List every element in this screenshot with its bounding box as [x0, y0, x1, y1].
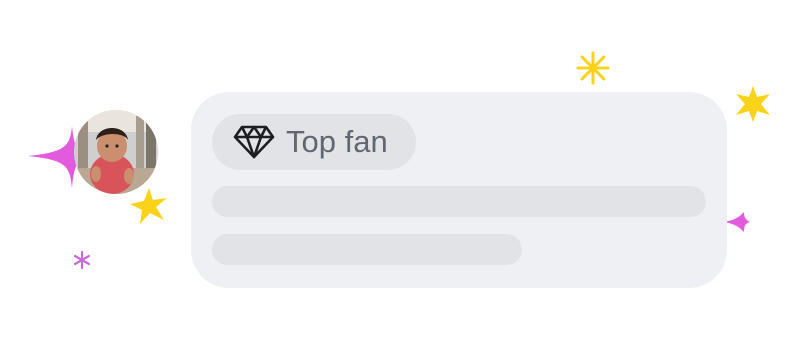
- badge-label: Top fan: [286, 124, 388, 159]
- yellow-sparkle-top-icon: [576, 51, 610, 85]
- pink-sparkle-small-icon: [73, 250, 91, 270]
- yellow-sparkle-avatar-icon: [130, 188, 167, 224]
- profile-photo-avatar: [74, 110, 158, 194]
- yellow-sparkle-right-icon: [736, 86, 770, 122]
- comment-card: Top fan: [191, 92, 727, 288]
- comment-text-placeholder-line: [212, 234, 522, 265]
- top-fan-badge-illustration: Top fan: [0, 0, 799, 342]
- top-fan-badge[interactable]: Top fan: [212, 114, 416, 170]
- avatar[interactable]: [74, 110, 158, 194]
- comment-text-placeholder-line: [212, 186, 706, 217]
- diamond-icon: [233, 125, 275, 159]
